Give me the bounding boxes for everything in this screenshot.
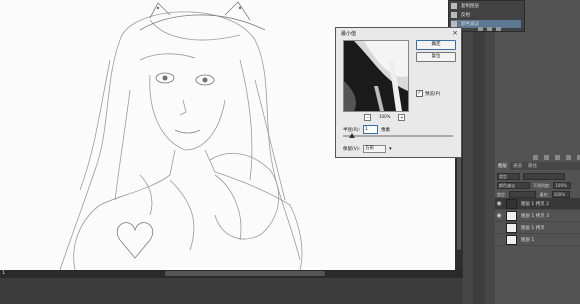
layer-row-selected[interactable]: ◉ 图层 1 拷贝 2 xyxy=(495,198,580,210)
zoom-out-button[interactable]: − xyxy=(364,114,371,121)
layers-panel: 图层 通道 路径 类型 颜色减淡 不透明度: 100% 锁定: 填充: 100%… xyxy=(495,155,580,304)
history-step-icon xyxy=(451,12,457,18)
chevron-down-icon[interactable]: ▾ xyxy=(389,146,392,152)
history-item-label: 颜色减淡 xyxy=(461,22,479,27)
filter-preview[interactable] xyxy=(343,40,409,112)
minimum-filter-dialog: 最小值 × − 100% + 确定 复位 ✓ 预览(P) 半径(R): 1 像素… xyxy=(335,27,462,158)
layer-name: 图层 1 拷贝 xyxy=(521,225,545,231)
adjustment-icon[interactable] xyxy=(566,155,571,160)
dialog-title: 最小值 xyxy=(341,31,357,37)
horizontal-scroll-thumb[interactable] xyxy=(165,271,325,276)
preview-checkbox-label: 预览(P) xyxy=(425,91,441,97)
dock-collapsed-strip xyxy=(463,0,495,304)
zoom-level: 100% xyxy=(379,114,391,119)
radius-slider-knob[interactable] xyxy=(349,133,355,138)
preview-image xyxy=(344,41,408,111)
eye-icon[interactable]: ◉ xyxy=(495,200,503,207)
layer-filter-icons[interactable] xyxy=(523,173,565,180)
mask-icon[interactable] xyxy=(555,155,560,160)
layers-tabs: 图层 通道 路径 xyxy=(495,162,580,170)
layer-filter-row: 类型 xyxy=(497,173,577,180)
new-document-icon[interactable] xyxy=(478,27,483,31)
zoom-controls: − 100% + xyxy=(364,114,406,121)
radius-slider[interactable] xyxy=(343,133,453,138)
ok-button[interactable]: 确定 xyxy=(416,40,456,50)
tab-paths[interactable]: 路径 xyxy=(525,162,540,170)
trash-icon[interactable] xyxy=(496,27,501,31)
zoom-in-button[interactable]: + xyxy=(398,114,406,121)
history-step-icon xyxy=(451,3,457,9)
history-item[interactable]: 复制图层 xyxy=(451,2,521,10)
history-item-label: 复制图层 xyxy=(461,4,479,9)
layers-panel-icons xyxy=(533,155,580,160)
preview-checkbox[interactable]: ✓ 预览(P) xyxy=(416,90,440,97)
layer-thumbnail xyxy=(506,222,517,233)
lock-row: 锁定: 填充: 100% xyxy=(497,191,577,198)
history-item[interactable]: 反相 xyxy=(451,11,521,19)
layer-thumbnail xyxy=(506,198,517,209)
lower-panel-area xyxy=(0,278,495,304)
eye-icon[interactable]: ◉ xyxy=(495,212,503,219)
layer-row[interactable]: 图层 1 xyxy=(495,234,580,246)
close-icon[interactable]: × xyxy=(452,29,458,37)
radius-label: 半径(R): xyxy=(343,127,361,133)
layer-thumbnail xyxy=(506,210,517,221)
tab-layers[interactable]: 图层 xyxy=(495,162,510,170)
layer-name: 图层 1 拷贝 2 xyxy=(521,201,550,207)
blend-row: 颜色减淡 不透明度: 100% xyxy=(497,182,577,189)
radius-input[interactable]: 1 xyxy=(363,125,379,134)
layer-thumbnail xyxy=(506,234,517,245)
layer-name: 图层 1 xyxy=(521,237,535,243)
fx-icon[interactable] xyxy=(544,155,549,160)
preserve-label: 保留(V): xyxy=(343,147,361,152)
opacity-label: 不透明度: xyxy=(533,182,551,188)
lock-label: 锁定: xyxy=(497,191,507,197)
dock-strip xyxy=(473,0,485,304)
layer-row[interactable]: ◉ 图层 1 拷贝 3 xyxy=(495,210,580,222)
preserve-select[interactable]: 方形 xyxy=(363,145,387,153)
layer-row[interactable]: 图层 1 拷贝 xyxy=(495,222,580,234)
link-icon[interactable] xyxy=(533,155,538,160)
preview-checkbox-box[interactable]: ✓ xyxy=(416,90,423,97)
history-item-label: 反相 xyxy=(461,13,470,18)
layer-name: 图层 1 拷贝 3 xyxy=(521,213,550,219)
fill-label: 填充: xyxy=(539,191,549,197)
blend-mode-select[interactable]: 颜色减淡 xyxy=(497,182,530,189)
history-toolbar xyxy=(478,26,523,32)
opacity-input[interactable]: 100% xyxy=(553,182,572,189)
lock-icons[interactable] xyxy=(509,191,537,198)
snapshot-icon[interactable] xyxy=(487,27,492,31)
frame-indicator: 1 xyxy=(2,270,6,276)
preserve-row: 保留(V): 方形 ▾ xyxy=(343,145,392,153)
layer-kind-filter[interactable]: 类型 xyxy=(497,173,520,180)
reset-button[interactable]: 复位 xyxy=(416,52,456,62)
fill-input[interactable]: 100% xyxy=(551,191,570,198)
tab-channels[interactable]: 通道 xyxy=(510,162,525,170)
radius-unit: 像素 xyxy=(381,127,391,133)
